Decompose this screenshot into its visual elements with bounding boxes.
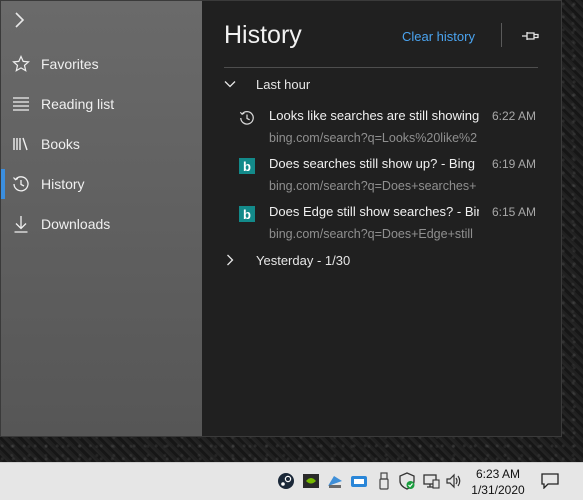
entry-url: bing.com/search?q=Does+searches+ <box>269 179 477 193</box>
bing-icon: b <box>239 206 255 222</box>
entry-title: Does Edge still show searches? - Bing <box>269 204 479 219</box>
action-center-button[interactable] <box>541 473 559 490</box>
entry-url: bing.com/search?q=Looks%20like%2 <box>269 131 478 145</box>
page-title: History <box>224 21 302 49</box>
clock[interactable]: 6:23 AM 1/31/2020 <box>468 466 528 498</box>
hub-sidebar: Favorites Reading list Books History Dow <box>1 1 202 436</box>
history-icon <box>239 111 254 125</box>
download-icon <box>1 215 41 233</box>
reading-list-icon <box>1 96 41 112</box>
entry-title: Does searches still show up? - Bing <box>269 156 475 171</box>
entry-url: bing.com/search?q=Does+Edge+still <box>269 227 473 241</box>
taskbar: 6:23 AM 1/31/2020 <box>0 462 583 500</box>
divider <box>501 23 502 47</box>
sidebar-item-books[interactable]: Books <box>1 124 202 164</box>
network-icon[interactable] <box>422 472 440 490</box>
steam-icon[interactable] <box>277 472 295 490</box>
entry-time: 6:19 AM <box>492 157 537 171</box>
history-entry[interactable]: b Does Edge still show searches? - Bing … <box>239 204 539 248</box>
group-label: Yesterday - 1/30 <box>256 252 351 268</box>
chevron-right-icon <box>15 12 25 28</box>
keyboard-icon[interactable] <box>350 472 368 490</box>
clear-history-link[interactable]: Clear history <box>402 29 475 44</box>
sidebar-item-favorites[interactable]: Favorites <box>1 44 202 84</box>
star-icon <box>1 55 41 73</box>
usb-icon[interactable] <box>375 472 393 490</box>
sidebar-item-reading-list[interactable]: Reading list <box>1 84 202 124</box>
expand-sidebar-button[interactable] <box>13 11 33 35</box>
sidebar-item-label: Reading list <box>41 96 115 112</box>
sidebar-item-label: Favorites <box>41 56 99 72</box>
entry-title: Looks like searches are still showing <box>269 108 479 123</box>
books-icon <box>1 136 41 152</box>
history-pane: History Clear history Last hour Looks li… <box>202 1 561 436</box>
volume-icon[interactable] <box>445 472 463 490</box>
defender-icon[interactable] <box>398 472 416 490</box>
group-last-hour[interactable]: Last hour <box>224 73 310 95</box>
history-entry[interactable]: Looks like searches are still showing bi… <box>239 108 539 152</box>
sidebar-item-history[interactable]: History <box>1 164 202 204</box>
sidebar-item-label: Downloads <box>41 216 111 232</box>
bing-icon: b <box>239 158 255 174</box>
clock-time: 6:23 AM <box>475 467 521 481</box>
nvidia-icon[interactable] <box>302 472 320 490</box>
notification-icon <box>541 473 559 490</box>
sidebar-item-label: History <box>41 176 85 192</box>
pin-button[interactable] <box>520 26 540 46</box>
sidebar-item-label: Books <box>41 136 80 152</box>
entry-time: 6:15 AM <box>492 205 537 219</box>
group-label: Last hour <box>256 76 311 92</box>
history-entry[interactable]: b Does searches still show up? - Bing bi… <box>239 156 539 200</box>
history-icon <box>1 175 41 193</box>
network-share-icon[interactable] <box>326 472 344 490</box>
group-yesterday[interactable]: Yesterday - 1/30 <box>224 249 350 271</box>
divider <box>224 67 538 68</box>
chevron-right-icon <box>227 254 234 266</box>
sidebar-item-downloads[interactable]: Downloads <box>1 204 202 244</box>
hub-flyout: Favorites Reading list Books History Dow <box>0 0 562 437</box>
pin-icon <box>522 32 539 40</box>
clock-date: 1/31/2020 <box>471 483 525 497</box>
chevron-down-icon <box>224 81 236 88</box>
entry-time: 6:22 AM <box>492 109 537 123</box>
